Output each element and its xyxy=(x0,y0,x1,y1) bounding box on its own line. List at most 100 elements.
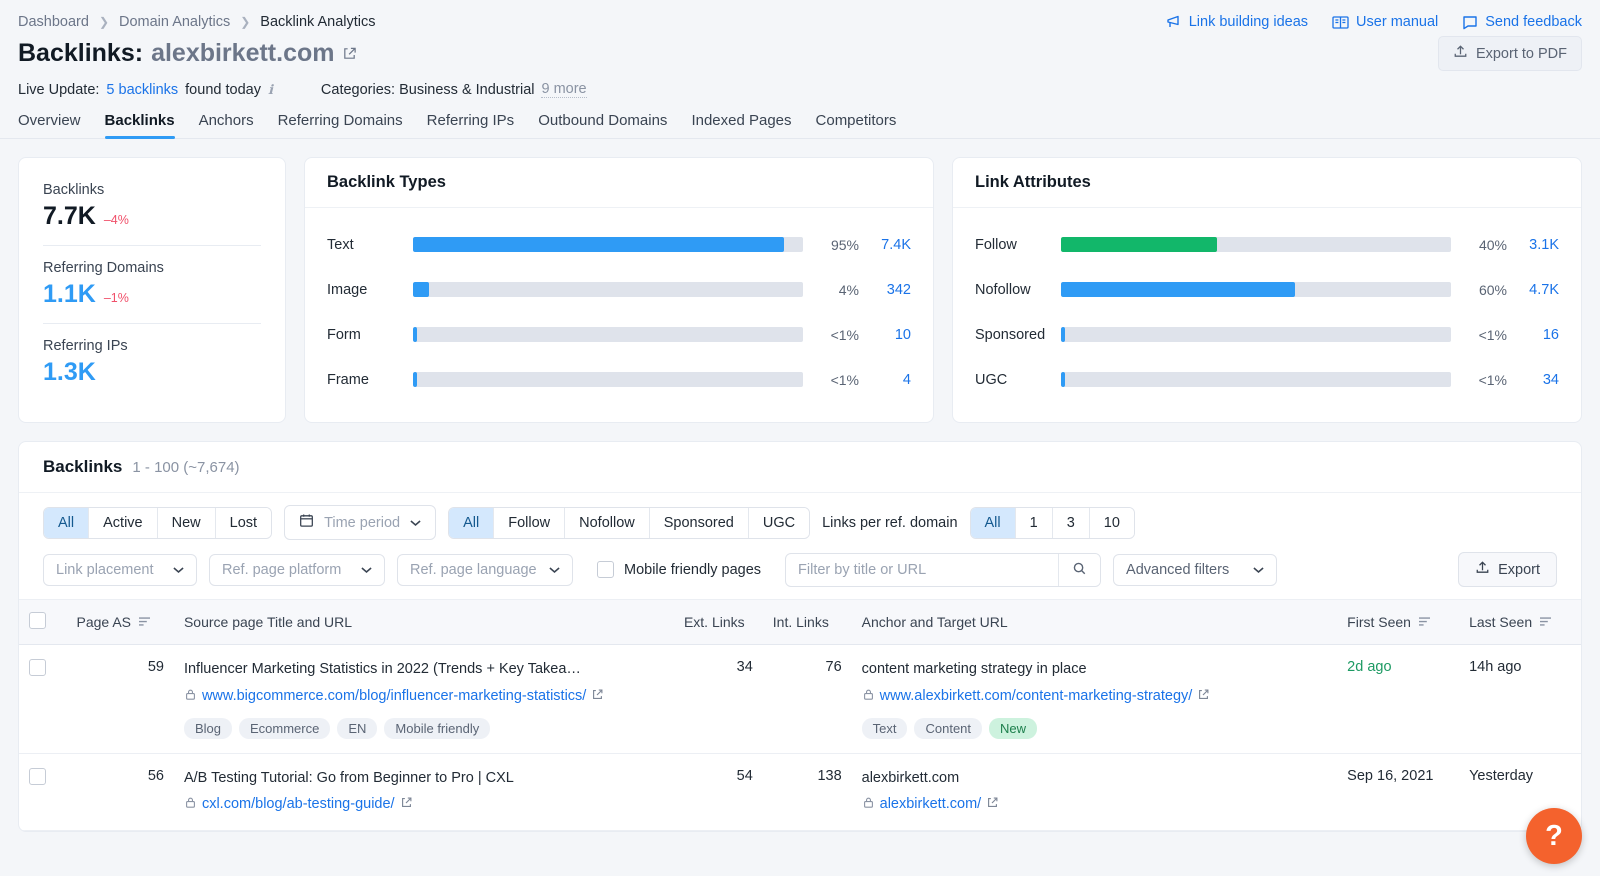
breadcrumb-item-dashboard[interactable]: Dashboard xyxy=(18,14,89,30)
bar-count[interactable]: 4.7K xyxy=(1507,282,1559,298)
checkbox-box xyxy=(597,561,614,578)
link-building-ideas-link[interactable]: Link building ideas xyxy=(1166,14,1308,30)
time-period-dropdown[interactable]: Time period xyxy=(284,505,436,540)
external-link-icon[interactable] xyxy=(342,39,357,68)
bar-label: UGC xyxy=(975,372,1061,388)
sort-icon[interactable] xyxy=(1539,614,1552,630)
row-checkbox-cell[interactable] xyxy=(19,753,67,831)
target-url[interactable]: www.alexbirkett.com/content-marketing-st… xyxy=(862,686,1328,708)
tab-outbound-domains[interactable]: Outbound Domains xyxy=(538,112,667,138)
user-manual-link[interactable]: User manual xyxy=(1332,14,1438,30)
attribute-filter-all[interactable]: All xyxy=(449,508,494,538)
attribute-filter-group: All Follow Nofollow Sponsored UGC xyxy=(448,507,810,539)
search-button[interactable] xyxy=(1058,554,1100,586)
summary-referring-domains-value[interactable]: 1.1K xyxy=(43,280,96,309)
source-tag[interactable]: Mobile friendly xyxy=(384,718,490,739)
help-button[interactable]: ? xyxy=(1526,808,1582,864)
anchor-tag[interactable]: Text xyxy=(862,718,908,739)
status-filter-new[interactable]: New xyxy=(158,508,216,538)
status-filter-all[interactable]: All xyxy=(44,508,89,538)
source-tag[interactable]: EN xyxy=(337,718,377,739)
attribute-filter-sponsored[interactable]: Sponsored xyxy=(650,508,749,538)
bar-track xyxy=(413,237,803,252)
tab-referring-domains[interactable]: Referring Domains xyxy=(278,112,403,138)
ref-page-platform-label: Ref. page platform xyxy=(222,562,341,578)
sort-icon[interactable] xyxy=(1418,614,1431,630)
bar-fill xyxy=(413,372,417,387)
bar-fill xyxy=(1061,282,1295,297)
link-placement-dropdown[interactable]: Link placement xyxy=(43,554,197,586)
header-page-as[interactable]: Page AS xyxy=(67,600,174,645)
live-update-count-link[interactable]: 5 backlinks xyxy=(106,82,178,98)
external-link-icon[interactable] xyxy=(400,795,413,816)
external-link-icon[interactable] xyxy=(1197,687,1210,708)
row-checkbox[interactable] xyxy=(29,768,46,785)
links-per-domain-3[interactable]: 3 xyxy=(1053,508,1090,538)
tab-backlinks[interactable]: Backlinks xyxy=(105,112,175,138)
external-link-icon[interactable] xyxy=(986,795,999,816)
source-tag[interactable]: Blog xyxy=(184,718,232,739)
header-last-seen[interactable]: Last Seen xyxy=(1459,600,1581,645)
link-placement-label: Link placement xyxy=(56,562,154,578)
attribute-filter-ugc[interactable]: UGC xyxy=(749,508,809,538)
bar-track xyxy=(1061,327,1451,342)
sort-icon[interactable] xyxy=(138,614,151,630)
row-checkbox-cell[interactable] xyxy=(19,645,67,754)
link-building-ideas-label: Link building ideas xyxy=(1189,14,1308,30)
info-icon[interactable]: ℹ xyxy=(268,82,273,98)
mobile-friendly-checkbox[interactable]: Mobile friendly pages xyxy=(597,561,761,578)
bar-count[interactable]: 7.4K xyxy=(859,237,911,253)
status-filter-active[interactable]: Active xyxy=(89,508,158,538)
source-cell: A/B Testing Tutorial: Go from Beginner t… xyxy=(174,753,674,831)
export-to-pdf-button[interactable]: Export to PDF xyxy=(1438,36,1582,71)
summary-referring-ips-value[interactable]: 1.3K xyxy=(43,358,96,387)
status-filter-lost[interactable]: Lost xyxy=(216,508,271,538)
anchor-tag[interactable]: Content xyxy=(914,718,982,739)
row-checkbox[interactable] xyxy=(29,659,46,676)
anchor-tag[interactable]: New xyxy=(989,718,1037,739)
source-cell: Influencer Marketing Statistics in 2022 … xyxy=(174,645,674,754)
select-all-checkbox[interactable] xyxy=(29,612,46,629)
bar-count[interactable]: 3.1K xyxy=(1507,237,1559,253)
table-row[interactable]: 59Influencer Marketing Statistics in 202… xyxy=(19,645,1581,754)
header-anchor-target: Anchor and Target URL xyxy=(852,600,1338,645)
source-tag[interactable]: Ecommerce xyxy=(239,718,330,739)
bar-label: Frame xyxy=(327,372,413,388)
links-per-domain-10[interactable]: 10 xyxy=(1090,508,1134,538)
bar-count[interactable]: 16 xyxy=(1507,327,1559,343)
ref-page-language-dropdown[interactable]: Ref. page language xyxy=(397,554,573,586)
source-url[interactable]: www.bigcommerce.com/blog/influencer-mark… xyxy=(184,686,664,708)
tab-competitors[interactable]: Competitors xyxy=(816,112,897,138)
send-feedback-link[interactable]: Send feedback xyxy=(1462,14,1582,30)
overview-cards: Backlinks 7.7K –4% Referring Domains 1.1… xyxy=(0,139,1600,423)
tab-anchors[interactable]: Anchors xyxy=(199,112,254,138)
external-link-icon[interactable] xyxy=(591,687,604,708)
summary-backlinks-delta: –4% xyxy=(104,213,129,227)
header-select-all[interactable] xyxy=(19,600,67,645)
live-update-label: Live Update: xyxy=(18,82,99,98)
target-url[interactable]: alexbirkett.com/ xyxy=(862,794,1328,816)
bar-count[interactable]: 4 xyxy=(859,372,911,388)
tab-referring-ips[interactable]: Referring IPs xyxy=(427,112,515,138)
header-first-seen[interactable]: First Seen xyxy=(1337,600,1459,645)
source-url[interactable]: cxl.com/blog/ab-testing-guide/ xyxy=(184,794,664,816)
links-per-domain-1[interactable]: 1 xyxy=(1016,508,1053,538)
tab-overview[interactable]: Overview xyxy=(18,112,81,138)
bar-count[interactable]: 10 xyxy=(859,327,911,343)
bar-count[interactable]: 34 xyxy=(1507,372,1559,388)
tab-indexed-pages[interactable]: Indexed Pages xyxy=(691,112,791,138)
table-row[interactable]: 56A/B Testing Tutorial: Go from Beginner… xyxy=(19,753,1581,831)
ref-page-platform-dropdown[interactable]: Ref. page platform xyxy=(209,554,385,586)
links-per-ref-domain-group: All 1 3 10 xyxy=(970,507,1135,539)
export-button[interactable]: Export xyxy=(1458,552,1557,587)
categories-more-link[interactable]: 9 more xyxy=(541,81,586,98)
attribute-filter-nofollow[interactable]: Nofollow xyxy=(565,508,650,538)
header-links: Link building ideas User manual Send fee… xyxy=(1166,14,1582,30)
links-per-domain-all[interactable]: All xyxy=(971,508,1016,538)
advanced-filters-dropdown[interactable]: Advanced filters xyxy=(1113,554,1277,586)
bar-count[interactable]: 342 xyxy=(859,282,911,298)
search-input[interactable] xyxy=(786,554,1058,586)
link-attributes-bars: Follow40%3.1KNofollow60%4.7KSponsored<1%… xyxy=(953,208,1581,422)
attribute-filter-follow[interactable]: Follow xyxy=(494,508,565,538)
breadcrumb-item-domain-analytics[interactable]: Domain Analytics xyxy=(119,14,230,30)
